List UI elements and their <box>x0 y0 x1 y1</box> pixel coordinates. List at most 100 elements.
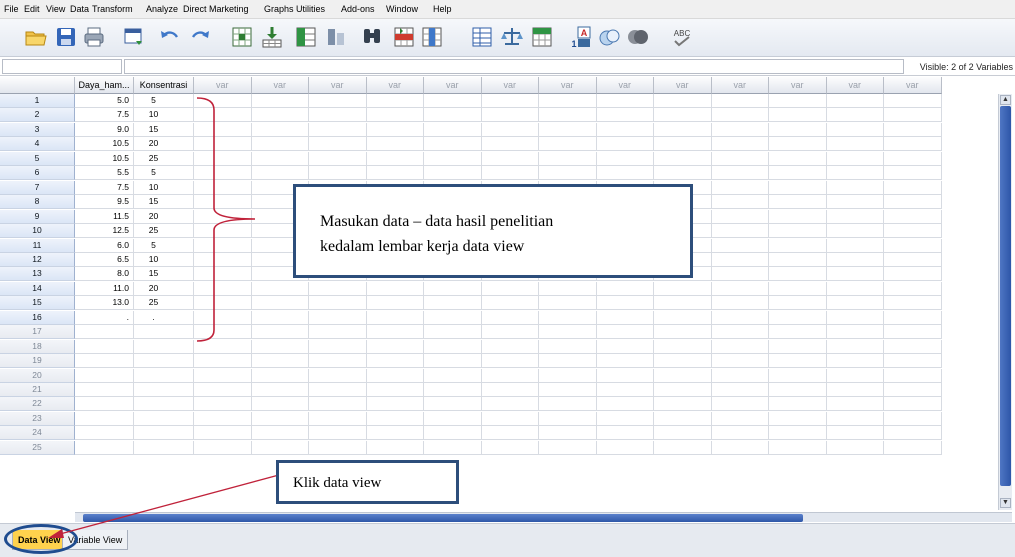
cell-empty[interactable] <box>309 94 367 108</box>
recall-dialog-icon[interactable] <box>122 25 146 49</box>
cell-empty[interactable] <box>194 310 252 325</box>
cell-konsentrasi[interactable]: 10 <box>134 180 194 195</box>
column-header-var[interactable]: var <box>769 77 827 94</box>
cell-empty[interactable] <box>884 281 942 296</box>
cell-empty[interactable] <box>769 252 827 267</box>
cell-konsentrasi[interactable]: 20 <box>134 281 194 296</box>
row-number[interactable]: 15 <box>0 296 75 311</box>
row-number[interactable]: 9 <box>0 209 75 224</box>
cell-empty[interactable] <box>884 296 942 311</box>
cell-empty[interactable] <box>884 310 942 325</box>
cell-empty[interactable] <box>366 426 424 441</box>
cell-konsentrasi[interactable]: 25 <box>134 296 194 311</box>
cell-empty[interactable] <box>711 281 769 296</box>
cell-value-field[interactable] <box>124 59 904 74</box>
cell-konsentrasi[interactable]: 15 <box>134 122 194 137</box>
spell-check-icon[interactable]: ABC <box>670 25 694 49</box>
cell-empty[interactable] <box>366 122 424 137</box>
cell-empty[interactable] <box>424 281 482 296</box>
cell-empty[interactable] <box>251 339 309 354</box>
cell-empty[interactable] <box>711 122 769 137</box>
cell-daya-hambat[interactable] <box>75 354 134 369</box>
cell-empty[interactable] <box>769 137 827 152</box>
menu-add-ons[interactable]: Add-ons <box>341 4 375 14</box>
cell-empty[interactable] <box>596 426 654 441</box>
cell-empty[interactable] <box>366 339 424 354</box>
cell-empty[interactable] <box>654 281 712 296</box>
cell-empty[interactable] <box>654 166 712 181</box>
cell-empty[interactable] <box>826 325 884 340</box>
cell-empty[interactable] <box>194 339 252 354</box>
cell-empty[interactable] <box>309 310 367 325</box>
cell-empty[interactable] <box>711 325 769 340</box>
cell-empty[interactable] <box>769 339 827 354</box>
column-header-var[interactable]: var <box>251 77 309 94</box>
cell-empty[interactable] <box>251 296 309 311</box>
cell-empty[interactable] <box>424 166 482 181</box>
cell-empty[interactable] <box>826 281 884 296</box>
goto-case-icon[interactable] <box>230 25 254 49</box>
column-header-var[interactable]: var <box>596 77 654 94</box>
cell-empty[interactable] <box>481 137 539 152</box>
cell-empty[interactable] <box>481 426 539 441</box>
cell-empty[interactable] <box>826 339 884 354</box>
column-header-var[interactable]: var <box>194 77 252 94</box>
menu-data[interactable]: Data <box>70 4 89 14</box>
cell-empty[interactable] <box>826 122 884 137</box>
cell-empty[interactable] <box>826 426 884 441</box>
cell-empty[interactable] <box>596 411 654 426</box>
row-number[interactable]: 4 <box>0 137 75 152</box>
row-number[interactable]: 13 <box>0 267 75 282</box>
column-header-var[interactable]: var <box>711 77 769 94</box>
cell-empty[interactable] <box>596 368 654 383</box>
cell-empty[interactable] <box>194 238 252 253</box>
cell-empty[interactable] <box>769 281 827 296</box>
row-number[interactable]: 23 <box>0 411 75 426</box>
cell-empty[interactable] <box>481 325 539 340</box>
cell-empty[interactable] <box>596 166 654 181</box>
cell-empty[interactable] <box>539 411 597 426</box>
cell-daya-hambat[interactable] <box>75 325 134 340</box>
cell-empty[interactable] <box>596 94 654 108</box>
cell-empty[interactable] <box>366 310 424 325</box>
cell-empty[interactable] <box>654 108 712 123</box>
cell-empty[interactable] <box>711 224 769 239</box>
cell-empty[interactable] <box>366 397 424 412</box>
cell-empty[interactable] <box>194 411 252 426</box>
cell-empty[interactable] <box>769 296 827 311</box>
cell-empty[interactable] <box>194 224 252 239</box>
column-header-var[interactable]: var <box>654 77 712 94</box>
cell-empty[interactable] <box>424 296 482 311</box>
cell-empty[interactable] <box>711 411 769 426</box>
cell-empty[interactable] <box>194 383 252 397</box>
cell-empty[interactable] <box>596 108 654 123</box>
cell-empty[interactable] <box>711 368 769 383</box>
cell-empty[interactable] <box>884 339 942 354</box>
cell-empty[interactable] <box>711 166 769 181</box>
cell-empty[interactable] <box>194 267 252 282</box>
cell-empty[interactable] <box>711 267 769 282</box>
cell-empty[interactable] <box>424 397 482 412</box>
cell-empty[interactable] <box>309 339 367 354</box>
cell-daya-hambat[interactable]: 10.5 <box>75 151 134 166</box>
grid-corner[interactable] <box>0 77 75 94</box>
weight-cases-icon[interactable] <box>500 25 524 49</box>
cell-empty[interactable] <box>481 411 539 426</box>
cell-daya-hambat[interactable]: 7.5 <box>75 180 134 195</box>
cell-daya-hambat[interactable]: 5.0 <box>75 94 134 108</box>
column-header-daya-hambat[interactable]: Daya_ham... <box>75 77 134 94</box>
cell-daya-hambat[interactable]: 9.5 <box>75 195 134 210</box>
cell-empty[interactable] <box>251 281 309 296</box>
cell-empty[interactable] <box>769 368 827 383</box>
cell-empty[interactable] <box>769 440 827 455</box>
cell-empty[interactable] <box>251 354 309 369</box>
cell-empty[interactable] <box>194 151 252 166</box>
cell-empty[interactable] <box>769 122 827 137</box>
cell-empty[interactable] <box>884 354 942 369</box>
cell-empty[interactable] <box>654 368 712 383</box>
cell-empty[interactable] <box>194 122 252 137</box>
cell-empty[interactable] <box>539 151 597 166</box>
cell-empty[interactable] <box>769 180 827 195</box>
cell-empty[interactable] <box>539 397 597 412</box>
cell-empty[interactable] <box>251 310 309 325</box>
